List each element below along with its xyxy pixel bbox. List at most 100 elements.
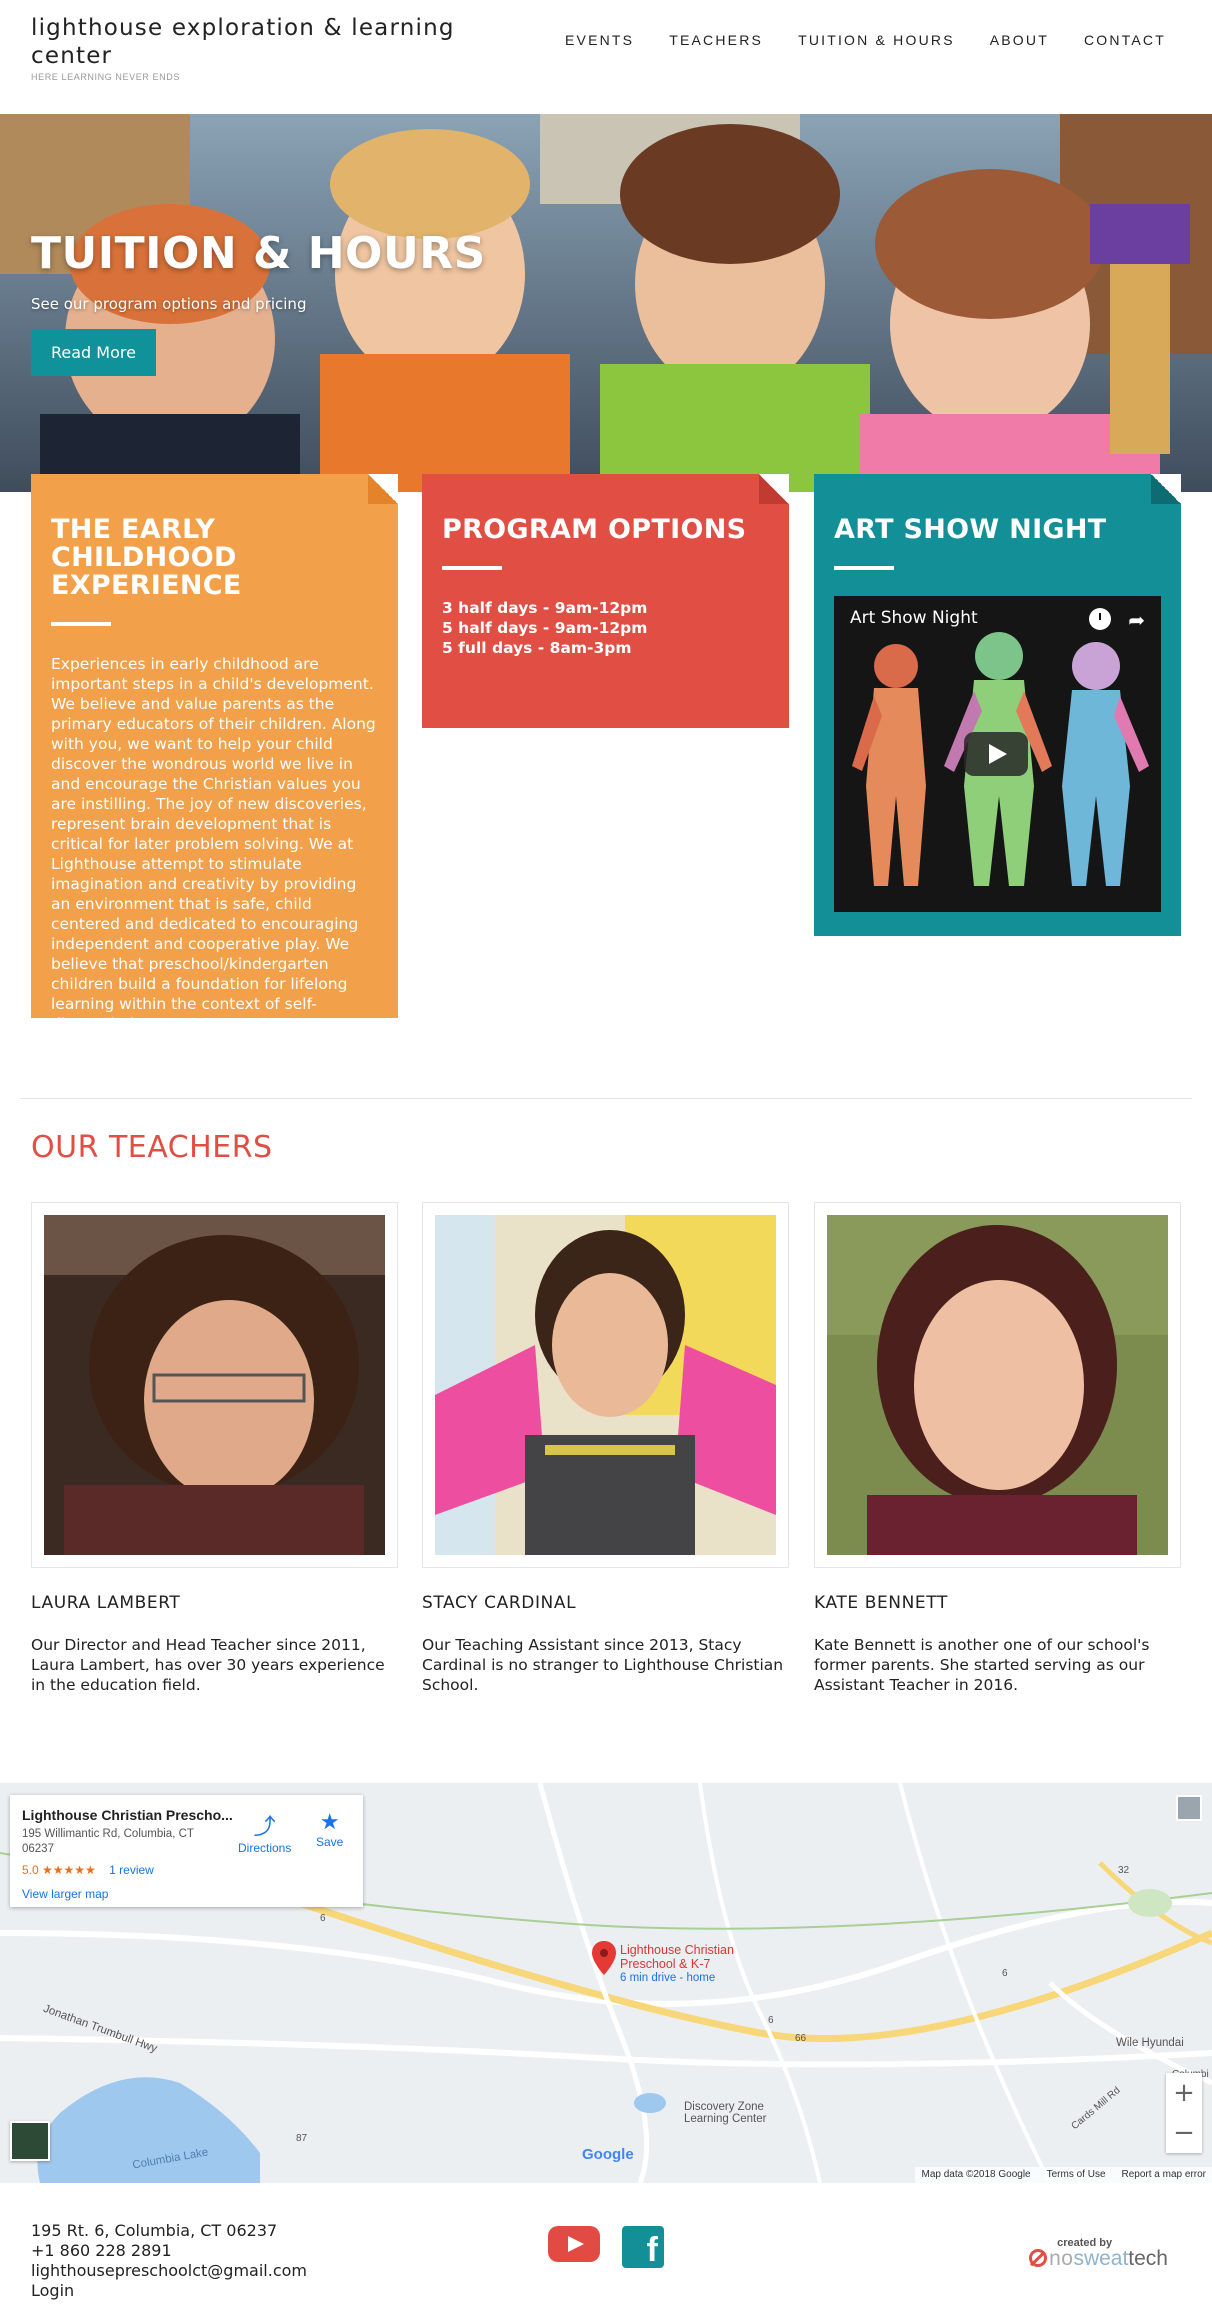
teacher-name: KATE BENNETT [814, 1593, 948, 1613]
teacher-bio: Kate Bennett is another one of our schoo… [814, 1636, 1150, 1694]
art-show-card: ART SHOW NIGHT Art Show Night ➦ [814, 474, 1181, 936]
street-view-icon[interactable] [1176, 1795, 1202, 1821]
zoom-in-button[interactable]: + [1166, 2073, 1202, 2113]
nav-teachers[interactable]: TEACHERS [669, 32, 763, 48]
facebook-icon[interactable]: f [622, 2226, 664, 2269]
teacher-photo-frame [422, 1202, 789, 1568]
directions-label: Directions [238, 1841, 292, 1855]
logo-no: no [1049, 2247, 1074, 2270]
brand[interactable]: lighthouse exploration & learning center… [31, 14, 471, 82]
watch-later-icon[interactable] [1089, 608, 1111, 630]
hero-content: TUITION & HOURS See our program options … [31, 228, 486, 376]
site-credit[interactable]: created by nosweattech [1029, 2237, 1168, 2271]
teacher-photo [435, 1215, 776, 1555]
map-data-credit: Map data ©2018 Google [921, 2169, 1031, 2180]
program-item: 3 half days - 9am-12pm [442, 599, 648, 617]
logo-tech: tech [1128, 2247, 1168, 2270]
card-fold [368, 474, 398, 504]
marker-label-line: Lighthouse Christian [620, 1943, 734, 1957]
map-marker-label[interactable]: Lighthouse Christian Preschool & K-7 6 m… [620, 1943, 734, 1985]
map-marker-icon[interactable] [592, 1941, 616, 1975]
route-shield: 6 [768, 2015, 774, 2026]
teacher-card: LAURA LAMBERT Our Director and Head Teac… [31, 1202, 398, 1695]
brand-title[interactable]: lighthouse exploration & learning center [31, 14, 471, 70]
program-list: 3 half days - 9am-12pm 5 half days - 9am… [442, 598, 769, 658]
directions-icon: ⤴ [253, 1814, 276, 1839]
logo-sweat: sweat [1073, 2247, 1129, 2270]
no-symbol-icon [1029, 2249, 1048, 2267]
map-place-address: 195 Willimantic Rd, Columbia, CT 06237 [22, 1828, 194, 1855]
map-rating: 5.0 ★★★★★ 1 review [22, 1863, 351, 1877]
map-label-discovery: Discovery Zone Learning Center [684, 2101, 766, 2125]
program-options-title: PROGRAM OPTIONS [442, 514, 747, 545]
report-map-error-link[interactable]: Report a map error [1122, 2169, 1206, 2181]
map-rating-value: 5.0 ★★★★★ [22, 1863, 96, 1877]
card-divider [51, 622, 111, 626]
card-fold [1151, 474, 1181, 504]
early-childhood-body: Experiences in early childhood are impor… [51, 655, 376, 1033]
route-shield: 6 [1002, 1968, 1008, 1979]
route-shield: 87 [296, 2133, 308, 2144]
art-show-video[interactable]: Art Show Night ➦ [834, 596, 1161, 912]
nav-about[interactable]: ABOUT [990, 32, 1049, 48]
map-place-name[interactable]: Lighthouse Christian Prescho... [22, 1807, 351, 1823]
nosweat-logo: nosweattech [1029, 2247, 1168, 2271]
nav-events[interactable]: EVENTS [565, 32, 634, 48]
card-divider [834, 566, 894, 570]
teacher-photo-frame [31, 1202, 398, 1568]
map-label-line: Learning Center [684, 2113, 767, 2125]
play-button-icon[interactable] [964, 732, 1028, 776]
hero-subtitle: See our program options and pricing [31, 295, 307, 313]
program-item: 5 half days - 9am-12pm [442, 619, 648, 637]
route-shield: 32 [1118, 1865, 1130, 1876]
nav-tuition-hours[interactable]: TUITION & HOURS [798, 32, 955, 48]
zoom-out-button[interactable]: − [1166, 2113, 1202, 2153]
program-item: 5 full days - 8am-3pm [442, 639, 632, 657]
marker-label-line: Preschool & K-7 [620, 1957, 711, 1971]
google-map[interactable]: Lighthouse Christian Prescho... 195 Will… [0, 1783, 1212, 2183]
teacher-name: STACY CARDINAL [422, 1593, 577, 1613]
footer-email[interactable]: lighthousepreschoolct@gmail.com [31, 2261, 307, 2281]
map-reviews-link[interactable]: 1 review [109, 1863, 154, 1877]
contact-info: 195 Rt. 6, Columbia, CT 06237 +1 860 228… [31, 2221, 307, 2301]
save-label: Save [316, 1835, 344, 1849]
nav-contact[interactable]: CONTACT [1084, 32, 1166, 48]
teacher-card: KATE BENNETT Kate Bennett is another one… [814, 1202, 1181, 1695]
social-links: f [548, 2226, 664, 2269]
youtube-icon[interactable] [548, 2226, 600, 2262]
map-info-card: Lighthouse Christian Prescho... 195 Will… [10, 1795, 363, 1907]
video-title: Art Show Night [850, 608, 978, 628]
art-show-title: ART SHOW NIGHT [834, 514, 1107, 545]
early-childhood-card: THE EARLY CHILDHOOD EXPERIENCE Experienc… [31, 474, 398, 1033]
google-logo: Google [582, 2146, 634, 2163]
login-link[interactable]: Login [31, 2281, 307, 2301]
save-button[interactable]: ★ Save [316, 1809, 343, 1849]
share-icon[interactable]: ➦ [1128, 608, 1145, 632]
teacher-photo [827, 1215, 1168, 1555]
site-footer: 195 Rt. 6, Columbia, CT 06237 +1 860 228… [0, 2183, 1212, 2321]
zoom-controls: + − [1166, 2073, 1202, 2153]
map-attribution: Map data ©2018 Google Terms of Use Repor… [915, 2167, 1212, 2183]
view-larger-map-link[interactable]: View larger map [22, 1887, 351, 1901]
teacher-photo [44, 1215, 385, 1555]
route-shield: 6 [320, 1913, 326, 1924]
teacher-photo-frame [814, 1202, 1181, 1568]
hero-banner: TUITION & HOURS See our program options … [0, 114, 1212, 492]
teacher-name: LAURA LAMBERT [31, 1593, 181, 1613]
directions-button[interactable]: ⤴ Directions [238, 1809, 291, 1855]
hero-title: TUITION & HOURS [31, 228, 486, 279]
terms-of-use-link[interactable]: Terms of Use [1047, 2169, 1106, 2181]
card-fold [759, 474, 789, 504]
early-childhood-title: THE EARLY CHILDHOOD EXPERIENCE [51, 514, 242, 601]
footer-address: 195 Rt. 6, Columbia, CT 06237 [31, 2221, 278, 2240]
teacher-bio: Our Director and Head Teacher since 2011… [31, 1636, 385, 1694]
footer-phone[interactable]: +1 860 228 2891 [31, 2241, 307, 2261]
satellite-toggle[interactable] [10, 2121, 50, 2161]
teacher-card: STACY CARDINAL Our Teaching Assistant si… [422, 1202, 789, 1695]
read-more-button[interactable]: Read More [31, 329, 156, 376]
brand-tagline: HERE LEARNING NEVER ENDS [31, 72, 180, 82]
map-label-wile-hyundai: Wile Hyundai [1116, 2037, 1184, 2049]
program-options-card: PROGRAM OPTIONS 3 half days - 9am-12pm 5… [422, 474, 789, 728]
section-divider [20, 1098, 1192, 1099]
teachers-heading: OUR TEACHERS [31, 1130, 273, 1165]
